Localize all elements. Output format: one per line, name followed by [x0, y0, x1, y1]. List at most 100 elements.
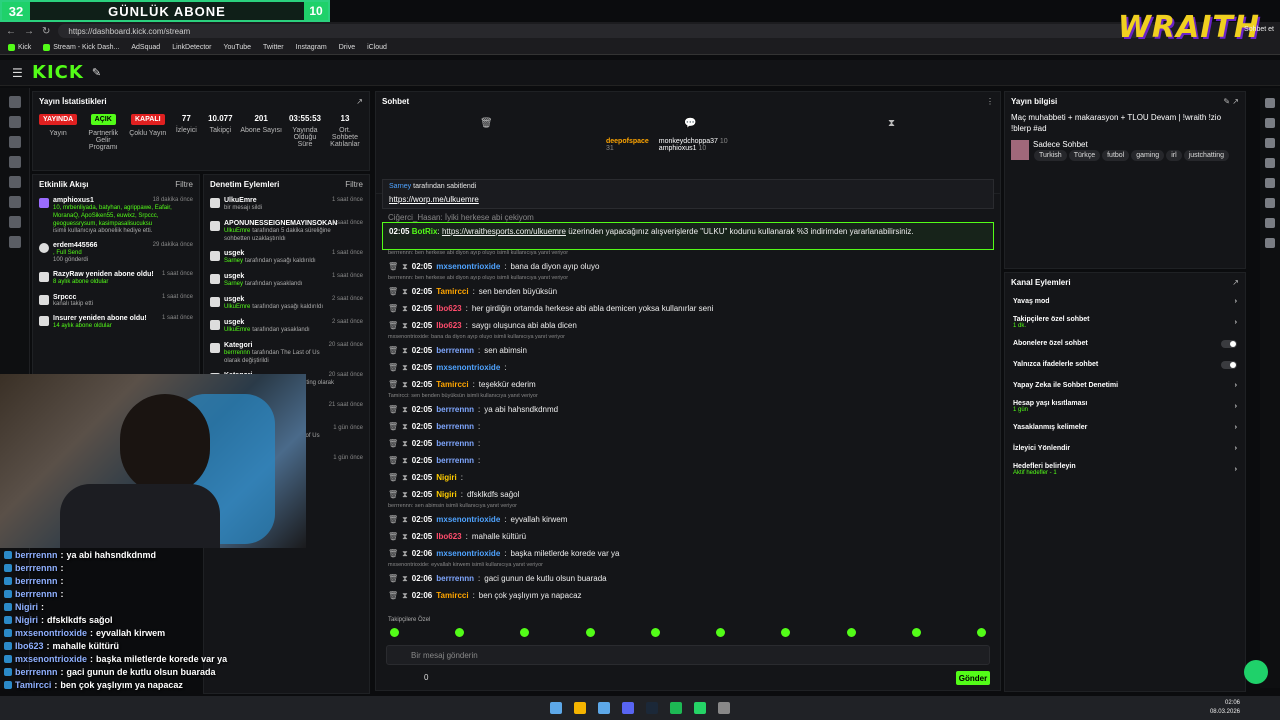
chat-message[interactable]: 🗑 ⧗ 02:05 berrrennn:: [382, 452, 994, 469]
emote-icon[interactable]: [976, 628, 986, 637]
bookmark-youtube[interactable]: YouTube: [223, 44, 251, 51]
timeout-icon[interactable]: ⧗: [402, 287, 408, 297]
nav-phone-icon[interactable]: [1265, 158, 1275, 168]
chat-message[interactable]: 🗑 ⧗ 02:05 mxsenontrioxide:: [382, 359, 994, 376]
bookmark-icloud[interactable]: iCloud: [367, 44, 387, 51]
chat-message[interactable]: 🗑 ⧗ 02:05 Tamircci: teşekkür ederim: [382, 376, 994, 393]
delete-icon[interactable]: 🗑: [388, 304, 398, 313]
chat-message[interactable]: 🗑 ⧗ 02:06 berrrennn: gaci gunun de kutlu ols…: [382, 570, 994, 587]
reload-icon[interactable]: ↻: [42, 26, 50, 37]
delete-icon[interactable]: 🗑: [388, 287, 398, 296]
support-chat-button[interactable]: [1244, 660, 1268, 684]
timeout-icon[interactable]: ⧗: [402, 549, 408, 559]
toggle-switch[interactable]: [1221, 360, 1237, 369]
tag[interactable]: Turkish: [1034, 150, 1067, 161]
channel-action[interactable]: Yapay Zeka ile Sohbet Denetimi ›: [1005, 375, 1245, 396]
nav-video-icon[interactable]: [9, 176, 21, 188]
nav-settings-icon[interactable]: [9, 236, 21, 248]
channel-action[interactable]: Takipçilere özel sohbet 1 dk. ›: [1005, 312, 1245, 333]
menu-icon[interactable]: ☰: [12, 66, 23, 80]
delete-icon[interactable]: 🗑: [388, 346, 398, 355]
whatsapp-icon[interactable]: [694, 702, 706, 714]
timeout-icon[interactable]: ⧗: [402, 532, 408, 542]
delete-icon[interactable]: 🗑: [388, 422, 398, 431]
nav-list-icon[interactable]: [1265, 218, 1275, 228]
nav-link-icon[interactable]: [9, 116, 21, 128]
back-icon[interactable]: ←: [6, 26, 16, 37]
chat-message[interactable]: 🗑 ⧗ 02:05 mxsenontrioxide: eyvallah kirwem: [382, 511, 994, 528]
filter-button[interactable]: Filtre: [175, 180, 193, 189]
nav-stats-icon[interactable]: [9, 136, 21, 148]
channel-action[interactable]: Abonelere özel sohbet: [1005, 333, 1245, 354]
emote-icon[interactable]: [650, 628, 660, 637]
delete-icon[interactable]: 🗑: [388, 549, 398, 558]
nav-home-icon[interactable]: [9, 96, 21, 108]
delete-icon[interactable]: 🗑: [388, 490, 398, 499]
emote-icon[interactable]: [781, 628, 791, 637]
filter-button[interactable]: Filtre: [345, 180, 363, 189]
chat-message[interactable]: 🗑 ⧗ 02:06 Tamircci: ben çok yaşlıyım ya napa…: [382, 587, 994, 604]
channel-action[interactable]: İzleyici Yönlendir ›: [1005, 438, 1245, 459]
nav-close-icon[interactable]: [1265, 118, 1275, 128]
kick-logo[interactable]: KICK: [32, 62, 84, 83]
spotify-icon[interactable]: [670, 702, 682, 714]
delete-icon[interactable]: 🗑: [388, 405, 398, 414]
chat-message[interactable]: 🗑 ⧗ 02:06 mxsenontrioxide: başka miletlerde …: [382, 545, 994, 562]
emote-icon[interactable]: [585, 628, 595, 637]
pinned-link[interactable]: https://worp.me/ulkuemre: [389, 195, 987, 204]
chat-message[interactable]: 🗑 ⧗ 02:05 mxsenontrioxide: bana da diyon ayı…: [382, 258, 994, 275]
delete-icon[interactable]: 🗑: [388, 363, 398, 372]
chat-message[interactable]: 🗑 ⧗ 02:05 Ibo623: mahalle kültürü: [382, 528, 994, 545]
hourglass-icon[interactable]: ⧗: [888, 118, 895, 129]
delete-icon[interactable]: 🗑: [388, 473, 398, 482]
nav-users-icon[interactable]: [9, 216, 21, 228]
bookmark-linkdetector[interactable]: LinkDetector: [172, 44, 211, 51]
nav-arrows-icon[interactable]: [1265, 198, 1275, 208]
discord-icon[interactable]: [622, 702, 634, 714]
folder-icon[interactable]: [574, 702, 586, 714]
delete-icon[interactable]: 🗑: [388, 574, 398, 583]
chat-icon[interactable]: 💬: [684, 118, 696, 129]
timeout-icon[interactable]: ⧗: [402, 490, 408, 500]
steam-icon[interactable]: [646, 702, 658, 714]
timeout-icon[interactable]: ⧗: [402, 456, 408, 466]
emote-icon[interactable]: [911, 628, 921, 637]
tag[interactable]: irl: [1166, 150, 1182, 161]
bookmark-kick[interactable]: Kick: [8, 43, 31, 51]
more-icon[interactable]: ⋮: [986, 97, 994, 106]
expand-icon[interactable]: ↗: [1232, 278, 1239, 287]
trash-icon[interactable]: 🗑: [480, 118, 493, 129]
emote-icon[interactable]: [716, 628, 726, 637]
nav-info-icon[interactable]: [1265, 98, 1275, 108]
emote-icon[interactable]: [846, 628, 856, 637]
bookmark-stream[interactable]: Stream - Kick Dash...: [43, 43, 119, 51]
toggle-switch[interactable]: [1221, 339, 1237, 348]
chat-message[interactable]: 🗑 ⧗ 02:05 Ibo623: saygı oluşunca abi abla di…: [382, 317, 994, 334]
nav-bolt-icon[interactable]: [1265, 138, 1275, 148]
nav-trophy-icon[interactable]: [9, 156, 21, 168]
delete-icon[interactable]: 🗑: [388, 591, 398, 600]
chat-message[interactable]: 🗑 ⧗ 02:05 Nigiri: dfsklkdfs sağol: [382, 486, 994, 503]
chat-input[interactable]: Bir mesaj gönderin: [386, 645, 990, 665]
timeout-icon[interactable]: ⧗: [402, 515, 408, 525]
channel-action[interactable]: Yavaş mod ›: [1005, 291, 1245, 312]
chat-message[interactable]: 🗑 ⧗ 02:05 Ibo623: her girdiğin ortamda herke…: [382, 300, 994, 317]
chat-message[interactable]: 🗑 ⧗ 02:05 berrrennn: sen abimsin: [382, 342, 994, 359]
nav-tool-icon[interactable]: [1265, 238, 1275, 248]
timeout-icon[interactable]: ⧗: [402, 422, 408, 432]
timeout-icon[interactable]: ⧗: [402, 405, 408, 415]
address-bar[interactable]: https://dashboard.kick.com/stream: [58, 24, 1159, 38]
send-button[interactable]: Gönder: [956, 671, 990, 685]
app-icon[interactable]: [718, 702, 730, 714]
chat-message[interactable]: 🗑 ⧗ 02:05 berrrennn: ya abi hahsndkdnmd: [382, 401, 994, 418]
channel-action[interactable]: Yalnızca ifadelerle sohbet: [1005, 354, 1245, 375]
nav-chat-icon[interactable]: [1265, 178, 1275, 188]
channel-action[interactable]: Hesap yaşı kısıtlaması 1 gün ›: [1005, 396, 1245, 417]
chat-message[interactable]: 🗑 ⧗ 02:05 Tamircci: sen benden büyüksün: [382, 283, 994, 300]
delete-icon[interactable]: 🗑: [388, 439, 398, 448]
delete-icon[interactable]: 🗑: [388, 262, 398, 271]
edge-icon[interactable]: [598, 702, 610, 714]
timeout-icon[interactable]: ⧗: [402, 262, 408, 272]
timeout-icon[interactable]: ⧗: [402, 574, 408, 584]
chat-message[interactable]: 🗑 ⧗ 02:05 berrrennn:: [382, 435, 994, 452]
